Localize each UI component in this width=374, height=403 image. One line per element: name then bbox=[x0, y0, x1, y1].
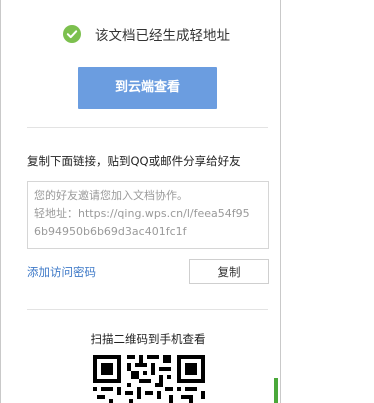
background-window-edge bbox=[274, 378, 278, 403]
add-access-password-link[interactable]: 添加访问密码 bbox=[27, 264, 96, 280]
copy-button[interactable]: 复制 bbox=[189, 259, 269, 284]
divider bbox=[27, 309, 268, 310]
success-status: 该文档已经生成轻地址 bbox=[63, 24, 230, 44]
success-message: 该文档已经生成轻地址 bbox=[95, 28, 230, 44]
share-link-textbox[interactable]: 您的好友邀请您加入文档协作。 轻地址：https://qing.wps.cn/l… bbox=[27, 181, 269, 249]
link-url-line-2: 6b94950b6b69d3ac401fc1f bbox=[34, 225, 187, 238]
share-instruction: 复制下面链接，贴到QQ或邮件分享给好友 bbox=[27, 154, 241, 168]
qr-code-icon bbox=[93, 355, 205, 403]
view-in-cloud-button[interactable]: 到云端查看 bbox=[78, 67, 217, 109]
divider bbox=[27, 127, 268, 128]
qr-caption: 扫描二维码到手机查看 bbox=[90, 332, 206, 346]
invite-text: 您的好友邀请您加入文档协作。 bbox=[34, 189, 188, 202]
check-circle-icon bbox=[63, 25, 81, 43]
share-panel: 该文档已经生成轻地址 到云端查看 复制下面链接，贴到QQ或邮件分享给好友 您的好… bbox=[0, 0, 281, 403]
link-url-line-1: 轻地址：https://qing.wps.cn/l/feea54f95 bbox=[34, 207, 250, 220]
